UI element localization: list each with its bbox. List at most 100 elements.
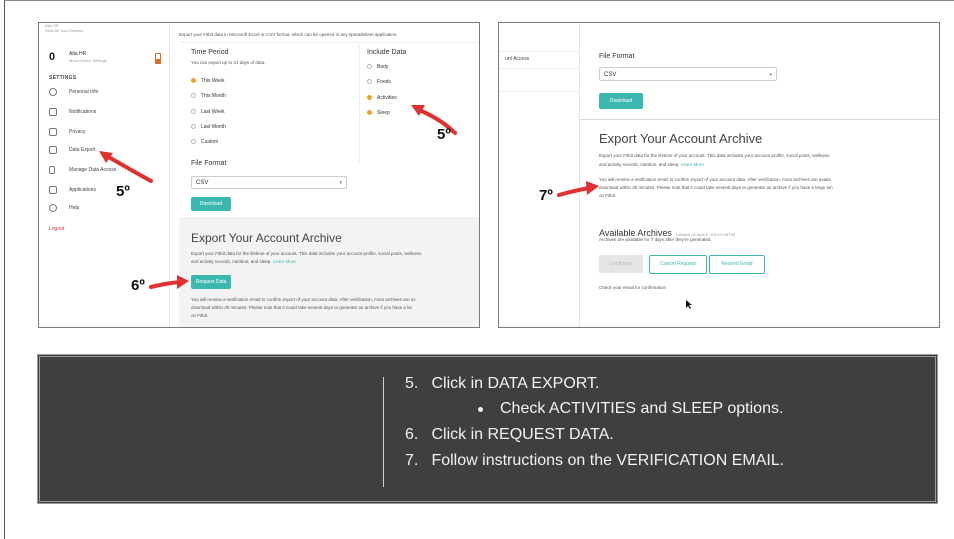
- sidebar-item-notifications[interactable]: Notifications: [49, 105, 165, 121]
- sidebar-item-privacy[interactable]: Privacy: [49, 125, 165, 141]
- chevron-down-icon: ▾: [339, 180, 342, 186]
- radio-label: This Week: [201, 78, 225, 84]
- export-icon: [49, 146, 57, 154]
- settings-heading: SETTINGS: [49, 75, 77, 81]
- radio-label: Last Month: [201, 124, 226, 130]
- sidebar-top-line[interactable]: View All Your Devices: [45, 28, 83, 33]
- sidebar-divider: [499, 91, 579, 92]
- include-data-heading: Include Data: [367, 49, 407, 56]
- archive-note-2: download within 30 minutes. Please note …: [191, 305, 413, 310]
- step-text: Follow instructions on the VERIFICATION …: [431, 452, 785, 469]
- annotation-arrow-verification: [557, 181, 599, 197]
- radio-dot: [191, 109, 196, 114]
- device-entry[interactable]: 0 Alta HR More Device Settings: [49, 49, 163, 67]
- archive-desc2-text: and activity records, nutrition, and sle…: [191, 259, 272, 264]
- settings-sidebar-partial: unt Access: [499, 23, 580, 327]
- confirmed-button[interactable]: Confirmed: [599, 255, 643, 273]
- file-format-value: CSV: [196, 180, 209, 186]
- resend-email-button[interactable]: Resend Email: [709, 255, 765, 274]
- sidebar-item-label: Personal Info: [69, 89, 99, 95]
- annotation-arrow-request: [149, 275, 189, 289]
- available-archives-note: Archives are available for 7 days after …: [599, 237, 712, 242]
- step-number: 7.: [405, 452, 419, 469]
- file-format-select[interactable]: CSV ▾: [599, 67, 777, 81]
- sidebar-item-label: Privacy: [69, 129, 86, 135]
- divider: [179, 42, 479, 43]
- divider: [579, 119, 939, 120]
- annotation-arrow-data-export: [99, 151, 153, 183]
- step-number: 6.: [405, 426, 419, 443]
- archive-desc-line2: and activity records, nutrition, and sle…: [191, 259, 296, 265]
- sidebar-item-help[interactable]: Help: [49, 201, 165, 217]
- logout-link[interactable]: Logout: [49, 226, 64, 232]
- device-count: 0: [49, 51, 56, 63]
- instruction-substep: Check ACTIVITIES and SLEEP options.: [500, 400, 783, 418]
- learn-more-link[interactable]: Learn More: [273, 259, 296, 264]
- download-button[interactable]: Download: [191, 197, 231, 211]
- radio-label: Custom: [201, 139, 219, 145]
- checkbox-dot: [367, 110, 372, 115]
- radio-dot: [191, 139, 196, 144]
- person-icon: [49, 88, 57, 96]
- sidebar-item-label: Notifications: [69, 109, 97, 115]
- archive-note-1: You will receive a verification email to…: [191, 297, 416, 302]
- time-period-heading: Time Period: [191, 49, 229, 56]
- screenshot-data-export: Alta HR View All Your Devices 0 Alta HR …: [38, 22, 480, 328]
- file-format-heading: File Format: [599, 53, 635, 60]
- checkbox-label: Body: [377, 64, 389, 70]
- mouse-cursor-icon: [686, 300, 692, 309]
- annotation-arrow-include-data: [411, 105, 457, 135]
- checkbox-label: Sleep: [377, 110, 390, 116]
- archive-heading: Export Your Account Archive: [599, 131, 763, 146]
- divider: [359, 45, 360, 163]
- check-email-text: Check your email for confirmation: [599, 285, 667, 290]
- step-text: Check ACTIVITIES and SLEEP options.: [500, 400, 784, 417]
- cancel-request-button[interactable]: Cancel Request: [649, 255, 707, 274]
- step-text: Click in DATA EXPORT.: [431, 375, 600, 392]
- apps-icon: [49, 186, 57, 194]
- archive-note-3: on Fitbit.: [191, 313, 209, 318]
- radio-dot: [191, 78, 196, 83]
- checkbox-dot: [367, 79, 372, 84]
- instructions-box: 5. Click in DATA EXPORT. Check ACTIVITIE…: [37, 354, 938, 504]
- bell-icon: [49, 108, 57, 116]
- archive-note-2: download within 30 minutes. Please note …: [599, 185, 833, 190]
- radio-dot: [191, 124, 196, 129]
- instruction-step-5: 5. Click in DATA EXPORT.: [405, 375, 600, 393]
- annotation-step-5-include: 5º: [437, 126, 451, 143]
- archive-panel: File Format CSV ▾ Download Export Your A…: [579, 23, 939, 327]
- checkbox-label: Activities: [377, 95, 397, 101]
- battery-icon: [155, 53, 161, 64]
- radio-label: This Month: [201, 93, 226, 99]
- file-format-select[interactable]: CSV ▾: [191, 176, 347, 189]
- checkbox-dot: [367, 95, 372, 100]
- archive-note-1: You will receive a verification email to…: [599, 177, 831, 182]
- device-settings-link[interactable]: More Device Settings: [69, 58, 107, 63]
- time-period-note: You can export up to 31 days of data.: [191, 60, 266, 65]
- lock-icon: [49, 128, 57, 136]
- sidebar-item-manage-access[interactable]: unt Access: [505, 56, 529, 62]
- sidebar-item-label: Help: [69, 205, 80, 211]
- step-text: Click in REQUEST DATA.: [431, 426, 614, 443]
- request-data-button[interactable]: Request Data: [191, 275, 231, 289]
- archive-heading: Export Your Account Archive: [191, 231, 342, 245]
- archive-desc: Export your Fitbit data for the lifetime…: [191, 251, 422, 256]
- bullet-icon: [478, 407, 483, 412]
- phone-icon: [49, 166, 55, 174]
- gear-icon: [49, 204, 57, 212]
- annotation-step-6: 6º: [131, 277, 145, 294]
- radio-dot: [191, 93, 196, 98]
- sidebar-item-personal-info[interactable]: Personal Info: [49, 85, 165, 101]
- instructions-divider: [383, 377, 384, 487]
- file-format-value: CSV: [604, 72, 617, 78]
- archive-desc2-text: and activity records, nutrition, and sle…: [599, 162, 680, 167]
- download-button[interactable]: Download: [599, 93, 643, 109]
- instruction-step-6: 6. Click in REQUEST DATA.: [405, 426, 614, 444]
- data-export-panel: Export your Fitbit data in Microsoft Exc…: [179, 23, 479, 327]
- export-intro: Export your Fitbit data in Microsoft Exc…: [179, 32, 398, 37]
- frame-left-edge: [4, 0, 5, 539]
- device-name: Alta HR: [69, 51, 87, 57]
- learn-more-link[interactable]: Learn More: [681, 162, 704, 167]
- radio-label: Last Week: [201, 109, 225, 115]
- chevron-down-icon: ▾: [769, 72, 772, 78]
